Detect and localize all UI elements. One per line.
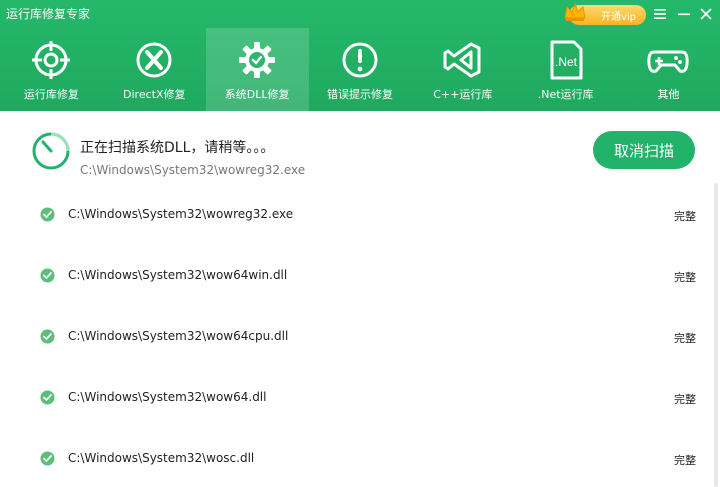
tab-cpp-runtime[interactable]: C++运行库: [411, 28, 514, 111]
tab-runtime-repair[interactable]: 运行库修复: [0, 28, 103, 111]
list-item: C:\Windows\System32\wow64cpu.dll 完整: [0, 307, 712, 368]
file-status: 完整: [674, 210, 696, 223]
gear-check-icon: [239, 42, 276, 78]
file-status: 完整: [674, 393, 696, 406]
menu-icon[interactable]: [652, 6, 668, 22]
tab-label: 系统DLL修复: [224, 88, 290, 101]
check-circle-icon: [40, 451, 55, 466]
current-scan-path: C:\Windows\System32\wowreg32.exe: [80, 163, 306, 177]
vip-label: 开通vip: [600, 11, 636, 23]
check-circle-icon: [40, 329, 55, 344]
app-title: 运行库修复专家: [6, 7, 91, 21]
tab-label: 其他: [657, 88, 680, 101]
file-path: C:\Windows\System32\wowreg32.exe: [68, 207, 294, 221]
file-status: 完整: [674, 332, 696, 345]
tab-directx-repair[interactable]: DirectX修复: [103, 28, 206, 111]
gamepad-icon: [647, 50, 690, 73]
exclamation-circle-icon: [342, 42, 378, 78]
tab-dotnet-runtime[interactable]: .Net .Net运行库: [514, 28, 617, 111]
scrollbar[interactable]: [714, 183, 718, 487]
tab-label: .Net运行库: [537, 88, 594, 101]
app-header: 运行库修复专家 开通vip 运行库修复 DirectX修复 系统DLL修复 错误…: [0, 0, 720, 111]
crown-icon: [564, 2, 586, 21]
list-item: C:\Windows\System32\wow64.dll 完整: [0, 368, 712, 429]
check-circle-icon: [40, 207, 55, 222]
open-vip-button[interactable]: 开通vip: [564, 2, 646, 25]
scan-progress-icon: [32, 132, 70, 170]
file-path: C:\Windows\System32\wow64cpu.dll: [68, 329, 289, 343]
tab-error-prompt-repair[interactable]: 错误提示修复: [309, 28, 412, 111]
directx-logo-icon: [136, 42, 172, 78]
scan-status-text: 正在扫描系统DLL，请稍等。。。: [80, 140, 275, 156]
list-item: C:\Windows\System32\wowreg32.exe 完整: [0, 185, 712, 246]
file-status: 完整: [674, 271, 696, 284]
crosshair-target-icon: [32, 41, 71, 79]
tab-label: 运行库修复: [23, 88, 79, 101]
close-icon[interactable]: [698, 6, 714, 22]
visual-studio-icon: [443, 42, 481, 78]
file-status: 完整: [674, 454, 696, 467]
cancel-scan-button[interactable]: 取消扫描: [593, 131, 695, 169]
minimize-icon[interactable]: [676, 6, 692, 22]
dotnet-document-icon: .Net: [550, 40, 583, 80]
tab-system-dll-repair[interactable]: 系统DLL修复: [205, 28, 309, 111]
tab-label: DirectX修复: [123, 88, 186, 101]
file-path: C:\Windows\System32\wow64.dll: [68, 390, 267, 404]
list-item: C:\Windows\System32\wosc.dll 完整: [0, 429, 712, 487]
main-nav: 运行库修复 DirectX修复 系统DLL修复 错误提示修复 C++运行库 .N…: [0, 28, 720, 111]
list-item: C:\Windows\System32\wow64win.dll 完整: [0, 246, 712, 307]
check-circle-icon: [40, 390, 55, 405]
svg-text:.Net: .Net: [555, 55, 578, 69]
file-path: C:\Windows\System32\wow64win.dll: [68, 268, 288, 282]
check-circle-icon: [40, 268, 55, 283]
tab-label: 错误提示修复: [326, 88, 393, 101]
file-path: C:\Windows\System32\wosc.dll: [68, 451, 255, 465]
scan-result-list: C:\Windows\System32\wowreg32.exe 完整 C:\W…: [0, 185, 712, 487]
tab-label: C++运行库: [433, 88, 493, 101]
tab-other[interactable]: 其他: [617, 28, 720, 111]
